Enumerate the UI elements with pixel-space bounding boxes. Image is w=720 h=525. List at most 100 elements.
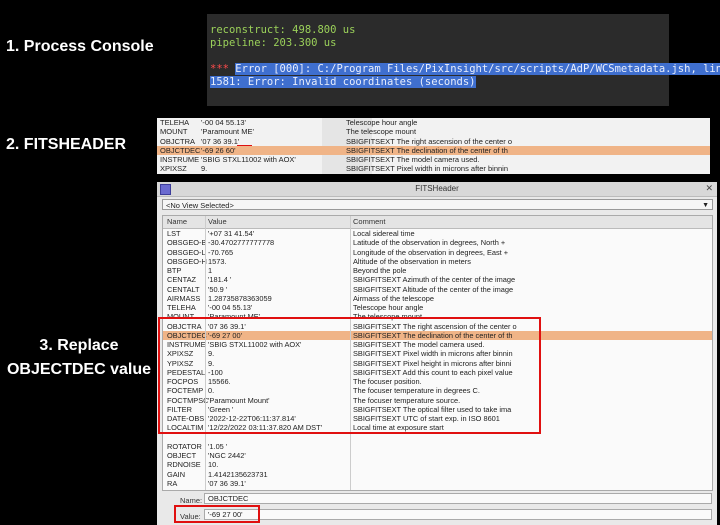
table-row[interactable]: BTP 1 Beyond the pole bbox=[163, 266, 712, 275]
keyword-value: '07 36 39.1' bbox=[208, 478, 246, 488]
keyword-name: CENTALT bbox=[167, 284, 200, 294]
keyword-value: '-00 04 55.13' bbox=[208, 303, 253, 312]
console-line: pipeline: 203.300 us bbox=[210, 37, 337, 49]
keyword-comment: Airmass of the telescope bbox=[353, 293, 434, 303]
keyword-value: 10. bbox=[208, 460, 219, 470]
keyword-name: XPIXSZ bbox=[160, 164, 187, 174]
table-row[interactable]: OBJCTDEC '-69 26 60' SBIGFITSEXT The decli… bbox=[157, 145, 710, 156]
table-row[interactable]: GAIN 1.4142135623731 bbox=[163, 470, 712, 479]
table-row[interactable]: OBSGEO-H 1573. Altitude of the observation… bbox=[163, 257, 712, 266]
keyword-value: '-69 26 60' bbox=[201, 145, 236, 155]
keyword-value: '1.05 ' bbox=[208, 441, 228, 451]
keyword-name: TELEHA bbox=[167, 303, 196, 312]
table-row[interactable]: CENTALT '50.9 ' SBIGFITSEXT Altitude of th… bbox=[163, 285, 712, 294]
table-header: Name Value Comment bbox=[163, 216, 712, 229]
step-3-label: 3. Replace OBJECTDEC value bbox=[4, 334, 154, 382]
close-icon[interactable]: ✕ bbox=[705, 183, 713, 194]
keyword-value: -70.765 bbox=[208, 247, 234, 257]
console-blank bbox=[207, 50, 669, 63]
keyword-name: RDNOISE bbox=[167, 460, 201, 470]
keyword-comment: Latitude of the observation in degrees, … bbox=[353, 238, 506, 248]
keyword-value: 1 bbox=[208, 266, 213, 275]
error-text-2: 1581: Error: Invalid coordinates (second… bbox=[210, 76, 476, 88]
keyword-value: '07 36 39.1' bbox=[201, 136, 240, 146]
table-row[interactable]: RA '07 36 39.1' bbox=[163, 479, 712, 488]
keyword-value: 'Paramount ME' bbox=[201, 127, 254, 137]
keyword-name: OBSGEO-H bbox=[167, 256, 207, 266]
error-text-1: Error [000]: C:/Program Files/PixInsight… bbox=[235, 63, 720, 75]
keyword-value: 'NGC 2442' bbox=[208, 451, 246, 460]
keyword-comment: SBIGFITSEXT The right ascension of the c… bbox=[346, 136, 513, 146]
table-row[interactable]: MOUNT 'Paramount ME' The telescope mount bbox=[157, 127, 710, 136]
table-row[interactable]: OBJECT 'NGC 2442' bbox=[163, 451, 712, 460]
keyword-name: MOUNT bbox=[160, 127, 188, 137]
keyword-name: OBJCTDEC bbox=[160, 145, 201, 155]
column-comment[interactable]: Comment bbox=[353, 216, 386, 228]
window-titlebar[interactable]: FITSHeader ✕ bbox=[157, 182, 717, 197]
keyword-name: BTP bbox=[167, 266, 182, 275]
keyword-name: OBJECT bbox=[167, 451, 197, 460]
keyword-name: AIRMASS bbox=[167, 293, 201, 303]
keyword-value: -30.4702777777778 bbox=[208, 238, 275, 248]
name-label: Name: bbox=[180, 496, 203, 505]
keyword-comment: Telescope hour angle bbox=[346, 118, 418, 127]
keyword-value: 1.28735878363059 bbox=[208, 293, 272, 303]
keyword-name: OBJCTRA bbox=[160, 136, 196, 146]
keyword-name: INSTRUME bbox=[160, 155, 200, 165]
console-error-line: *** Error [000]: C:/Program Files/PixIns… bbox=[207, 63, 720, 76]
table-row[interactable]: INSTRUME 'SBIG STXL11002 with AOX' SBIGFIT… bbox=[157, 155, 710, 164]
column-value[interactable]: Value bbox=[208, 216, 227, 228]
keyword-value: '181.4 ' bbox=[208, 275, 232, 285]
table-row[interactable]: XPIXSZ 9. SBIGFITSEXT Pixel width in micro… bbox=[157, 164, 710, 173]
keyword-value: 'SBIG STXL11002 with AOX' bbox=[201, 155, 296, 165]
view-selector-value: <No View Selected> bbox=[166, 201, 234, 210]
keyword-name: OBSGEO-L bbox=[167, 247, 206, 257]
keyword-comment: SBIGFITSEXT Pixel width in microns after… bbox=[346, 164, 509, 174]
keyword-comment: Longitude of the observation in degrees,… bbox=[353, 247, 509, 257]
keyword-value: 1573. bbox=[208, 256, 227, 266]
column-name[interactable]: Name bbox=[167, 216, 187, 228]
name-field[interactable]: OBJCTDEC bbox=[204, 493, 712, 504]
keyword-comment: Altitude of the observation in meters bbox=[353, 256, 471, 266]
table-row[interactable]: AIRMASS 1.28735878363059 Airmass of the te… bbox=[163, 294, 712, 303]
error-marker: *** bbox=[210, 63, 236, 75]
keyword-value: '+07 31 41.54' bbox=[208, 229, 255, 238]
console-error-line: 1581: Error: Invalid coordinates (second… bbox=[207, 76, 669, 89]
step-1-label: 1. Process Console bbox=[6, 38, 154, 55]
keyword-name: OBSGEO-B bbox=[167, 238, 207, 248]
keyword-comment: The telescope mount bbox=[346, 127, 417, 137]
process-console[interactable]: reconstruct: 498.800 us pipeline: 203.30… bbox=[207, 14, 720, 106]
table-row[interactable]: CENTAZ '181.4 ' SBIGFITSEXT Azimuth of the… bbox=[163, 275, 712, 284]
table-row[interactable]: OBSGEO-B -30.4702777777778 Latitude of the… bbox=[163, 238, 712, 247]
step-2-label: 2. FITSHEADER bbox=[6, 136, 127, 153]
keyword-comment: SBIGFITSEXT The model camera used. bbox=[346, 155, 480, 165]
view-selector[interactable]: <No View Selected> ▼ bbox=[162, 199, 713, 210]
table-row[interactable]: RDNOISE 10. bbox=[163, 460, 712, 469]
value-field[interactable]: '-69 27 00' bbox=[204, 509, 712, 520]
table-row[interactable]: LST '+07 31 41.54' Local sidereal time bbox=[163, 229, 712, 238]
keyword-name: LST bbox=[167, 229, 181, 238]
value-annotation-box bbox=[174, 505, 260, 523]
replace-annotation-box bbox=[158, 317, 541, 434]
keyword-name: TELEHA bbox=[160, 118, 190, 127]
table-row[interactable]: ROTATOR '1.05 ' bbox=[163, 442, 712, 451]
fitsheader-strip: TELEHA '-00 04 55.13' Telescope hour angle… bbox=[157, 118, 710, 174]
keyword-value: '-00 04 55.13' bbox=[201, 118, 246, 127]
keyword-value: '-69 26 60' bbox=[208, 488, 242, 490]
table-row[interactable]: TELEHA '-00 04 55.13' Telescope hour angle bbox=[163, 303, 712, 312]
table-row[interactable]: OBJCTRA '07 36 39.1' SBIGFITSEXT The right… bbox=[157, 137, 710, 146]
keyword-comment: SBIGFITSEXT Altitude of the center of th… bbox=[353, 284, 514, 294]
table-row[interactable]: DEC '-69 26 60' bbox=[163, 488, 712, 490]
keyword-value: 9. bbox=[201, 164, 208, 174]
keyword-name: ROTATOR bbox=[167, 441, 202, 451]
table-row[interactable]: OBSGEO-L -70.765 Longitude of the observat… bbox=[163, 248, 712, 257]
keyword-comment: SBIGFITSEXT Azimuth of the center of the… bbox=[353, 275, 516, 285]
keyword-name: CENTAZ bbox=[167, 275, 197, 285]
table-row[interactable]: TELEHA '-00 04 55.13' Telescope hour angle bbox=[157, 118, 710, 127]
keyword-name: RA bbox=[167, 478, 178, 488]
keyword-comment: Local sidereal time bbox=[353, 229, 415, 238]
console-line: reconstruct: 498.800 us bbox=[210, 24, 356, 36]
keyword-name: DEC bbox=[167, 488, 183, 490]
chevron-down-icon: ▼ bbox=[702, 202, 709, 209]
keyword-comment: SBIGFITSEXT The declination of the cente… bbox=[346, 145, 508, 155]
